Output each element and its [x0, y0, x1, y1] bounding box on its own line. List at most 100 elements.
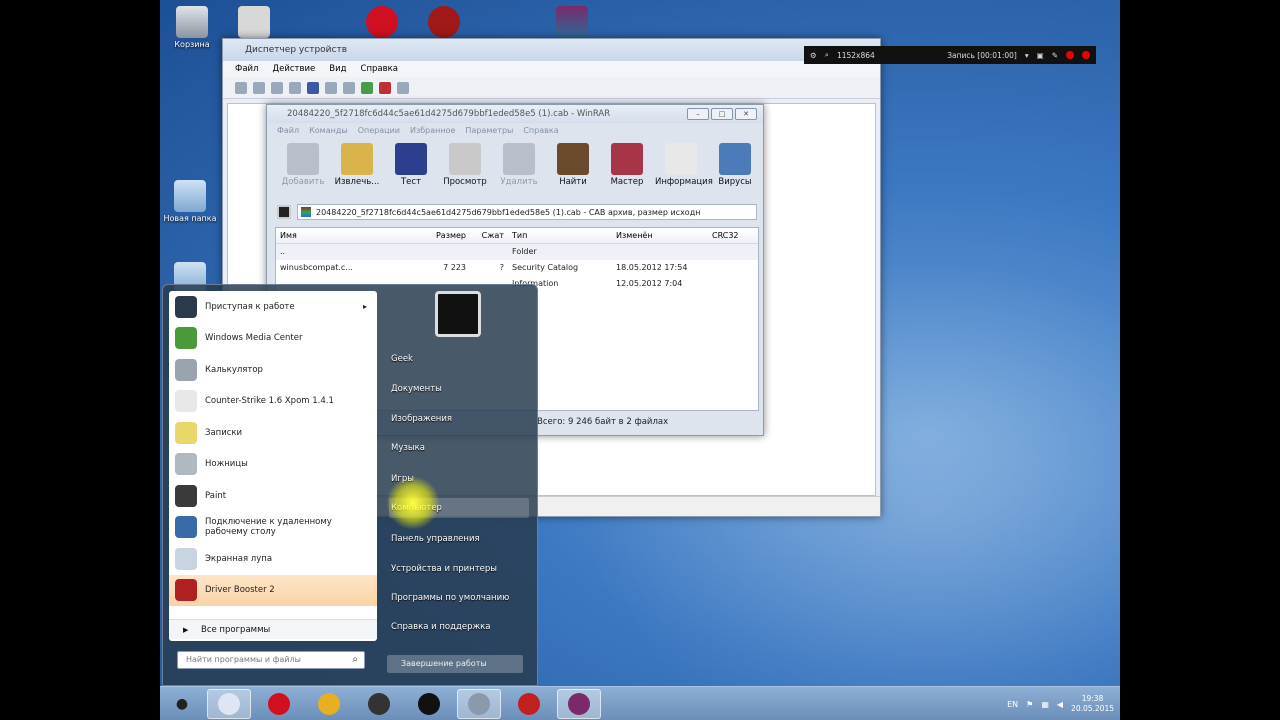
start-program-item[interactable]: Подключение к удаленному рабочему столу: [169, 512, 377, 544]
properties-icon[interactable]: [325, 81, 337, 94]
start-program-item[interactable]: Приступая к работе ▸: [169, 291, 377, 323]
maximize-button[interactable]: □: [711, 108, 733, 120]
taskbar-button-5[interactable]: [457, 688, 501, 719]
rar-menu-commands[interactable]: Команды: [309, 126, 348, 135]
uninstall-icon[interactable]: [379, 81, 391, 94]
menu-file[interactable]: Файл: [235, 64, 258, 74]
shutdown-button[interactable]: Завершение работы: [387, 655, 523, 673]
start-program-item[interactable]: Driver Booster 2: [169, 574, 377, 606]
up-folder-button[interactable]: [277, 205, 291, 219]
menu-action[interactable]: Действие: [272, 64, 315, 74]
dropdown-icon[interactable]: ▾: [1025, 51, 1029, 60]
rar-menu-operations[interactable]: Операции: [358, 126, 400, 135]
settings-icon[interactable]: ⚙: [810, 51, 817, 60]
taskbar-button-6[interactable]: [507, 689, 551, 719]
car-icon: [518, 692, 540, 715]
minimize-button[interactable]: –: [687, 108, 709, 120]
table-row[interactable]: .. Folder: [276, 244, 758, 260]
rar-menu-options[interactable]: Параметры: [465, 126, 513, 135]
start-right-item[interactable]: Документы: [389, 379, 529, 399]
toolbar-button-6[interactable]: Мастер: [601, 143, 653, 187]
start-right-item[interactable]: Панель управления: [389, 529, 529, 549]
program-label: Приступая к работе: [205, 301, 295, 312]
apple-icon: ●: [175, 695, 189, 712]
taskbar-button-2[interactable]: [307, 689, 351, 719]
taskbar-button-3[interactable]: [357, 689, 401, 719]
language-indicator[interactable]: EN: [1007, 700, 1018, 709]
start-right-item[interactable]: Geek: [389, 349, 529, 369]
camera-icon[interactable]: ▣: [1037, 51, 1044, 60]
new-folder-desktop-icon[interactable]: Новая папка: [160, 180, 220, 223]
clock[interactable]: 19:38 20.05.2015: [1071, 694, 1114, 714]
start-programs-list: Приступая к работе ▸ Windows Media Center К…: [169, 291, 377, 641]
rar-menu-favorites[interactable]: Избранное: [410, 126, 455, 135]
toolbar-button-0[interactable]: Добавить: [277, 143, 329, 187]
start-program-item[interactable]: Windows Media Center: [169, 323, 377, 355]
opera-desktop-icon[interactable]: [352, 6, 412, 40]
start-program-item[interactable]: Ножницы: [169, 449, 377, 481]
close-button[interactable]: ✕: [735, 108, 757, 120]
forward-icon[interactable]: [253, 81, 265, 94]
menu-view[interactable]: Вид: [329, 64, 346, 74]
user-avatar[interactable]: [435, 291, 481, 337]
start-right-item[interactable]: Справка и поддержка: [389, 617, 529, 637]
taskbar-button-4[interactable]: [407, 689, 451, 719]
volume-icon[interactable]: ◀: [1057, 700, 1063, 709]
col-packed[interactable]: Сжат: [470, 228, 508, 243]
toolbar-button-8[interactable]: Вирусы: [709, 143, 761, 187]
start-search-input[interactable]: Найти программы и файлы ⌕: [177, 651, 365, 669]
network-icon[interactable]: ▦: [1041, 700, 1049, 709]
search-icon[interactable]: ⌕: [825, 50, 829, 60]
cs-desktop-icon[interactable]: [224, 6, 284, 40]
update-driver-icon[interactable]: [361, 81, 373, 94]
start-button[interactable]: ●: [160, 687, 204, 720]
col-modified[interactable]: Изменён: [612, 228, 708, 243]
start-right-item[interactable]: Устройства и принтеры: [389, 559, 529, 579]
start-program-item[interactable]: Paint: [169, 480, 377, 512]
disable-icon[interactable]: [397, 81, 409, 94]
start-program-item[interactable]: Counter-Strike 1.6 Xpom 1.4.1: [169, 386, 377, 418]
recorder-bar: ⚙ ⌕ 1152x864 Запись [00:01:00] ▾ ▣ ✎: [804, 46, 1096, 64]
start-program-item[interactable]: Калькулятор: [169, 354, 377, 386]
list-icon[interactable]: [289, 81, 301, 94]
toolbar-button-7[interactable]: Информация: [655, 143, 713, 187]
start-program-item[interactable]: Экранная лупа: [169, 543, 377, 575]
recycle-bin-desktop-icon[interactable]: Корзина: [162, 6, 222, 49]
pencil-icon[interactable]: ✎: [1052, 51, 1058, 60]
col-crc[interactable]: CRC32: [708, 228, 758, 243]
back-icon[interactable]: [235, 81, 247, 94]
start-right-item[interactable]: Изображения: [389, 409, 529, 429]
help-icon[interactable]: [307, 81, 319, 94]
flag-icon[interactable]: ⚑: [1026, 700, 1033, 709]
menu-help[interactable]: Справка: [361, 64, 398, 74]
winrar-desktop-icon[interactable]: [542, 6, 602, 40]
program-label: Ножницы: [205, 459, 248, 470]
start-right-item[interactable]: Музыка: [389, 438, 529, 458]
chrome-icon: [318, 692, 340, 715]
col-size[interactable]: Размер: [400, 228, 470, 243]
stop-dot-icon[interactable]: [1082, 51, 1090, 59]
toolbar-button-2[interactable]: Тест: [385, 143, 437, 187]
table-row[interactable]: winusbcompat.c... 7 223? Security Catalog 1…: [276, 260, 758, 276]
toolbar-button-3[interactable]: Просмотр: [439, 143, 491, 187]
taskbar-button-7[interactable]: [557, 688, 601, 719]
rar-menu-help[interactable]: Справка: [523, 126, 558, 135]
toolbar-button-5[interactable]: Найти: [547, 143, 599, 187]
record-dot-icon[interactable]: [1066, 51, 1074, 59]
col-type[interactable]: Тип: [508, 228, 612, 243]
phone-icon: [368, 692, 390, 715]
archive-path[interactable]: 20484220_5f2718fc6d44c5ae61d4275d679bbf1…: [297, 204, 757, 220]
toolbar-button-1[interactable]: Извлечь...: [331, 143, 383, 187]
driver-booster-desktop-icon[interactable]: [414, 6, 474, 40]
start-right-item[interactable]: Программы по умолчанию: [389, 588, 529, 608]
view-icon[interactable]: [271, 81, 283, 94]
start-menu: Приступая к работе ▸ Windows Media Center К…: [162, 284, 538, 686]
start-program-item[interactable]: Записки: [169, 417, 377, 449]
col-name[interactable]: Имя: [276, 228, 400, 243]
scan-icon[interactable]: [343, 81, 355, 94]
taskbar-button-1[interactable]: [257, 689, 301, 719]
taskbar-button-0[interactable]: [207, 688, 251, 719]
toolbar-button-4[interactable]: Удалить: [493, 143, 545, 187]
all-programs-button[interactable]: Все программы: [169, 619, 377, 640]
rar-menu-file[interactable]: Файл: [277, 126, 299, 135]
